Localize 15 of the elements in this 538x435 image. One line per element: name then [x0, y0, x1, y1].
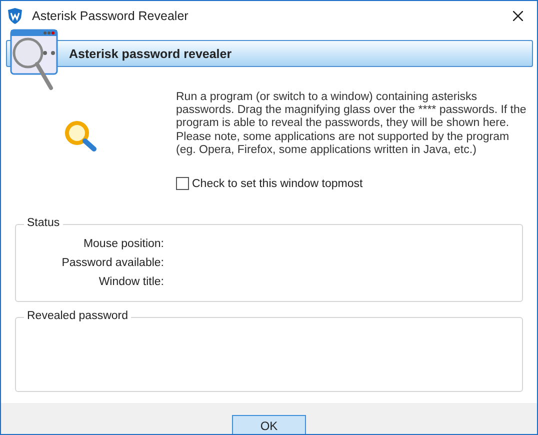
- field-label: Window title:: [98, 276, 164, 288]
- group-title: Status: [24, 217, 63, 229]
- ok-button[interactable]: OK: [232, 415, 306, 434]
- close-icon[interactable]: [513, 10, 523, 20]
- group-title: Revealed password: [24, 310, 132, 322]
- field-label: Password available:: [62, 257, 164, 269]
- instructions-text: Run a program (or switch to a window) containing asterisks passwords. Drag the magnifying glass over the **** passwords. If the program is able to reveal the passwords, they will be shown here. Please note, some applications are not supported by the program (eg. Opera, Firefox, some applications written in Java, etc.): [176, 91, 528, 158]
- field-label: Mouse position:: [83, 238, 164, 250]
- checkbox-label: Check to set this window topmost: [192, 178, 363, 190]
- checkbox[interactable]: [176, 177, 189, 190]
- header-title: Asterisk password revealer: [69, 46, 232, 60]
- window-title: Asterisk Password Revealer: [32, 8, 190, 22]
- shield-icon: [8, 8, 22, 24]
- topmost-checkbox[interactable]: Check to set this window topmost: [176, 177, 528, 190]
- magnifier-icon: [64, 120, 98, 152]
